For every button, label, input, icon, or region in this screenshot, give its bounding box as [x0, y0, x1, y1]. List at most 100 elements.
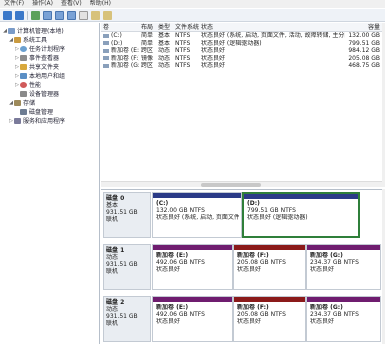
column-filesystem[interactable]: 文件系统 [173, 23, 199, 31]
cell-status: 状态良好 [201, 62, 226, 69]
tree-item[interactable]: ◢ 存储 [2, 98, 99, 107]
cell-status: 状态良好 [201, 47, 226, 54]
volume-label: 新加卷 (G:) [111, 62, 139, 69]
partition-strip: (C:)132.00 GB NTFS状态良好 (系统, 启动, 页面文件, 活动… [152, 192, 381, 238]
cell-type: 基本 [158, 32, 171, 39]
partition-block[interactable]: (D:) 799.51 GB NTFS 状态良好 (逻辑驱动器) [242, 192, 360, 238]
volume-icon [103, 41, 109, 45]
help-icon[interactable] [79, 10, 88, 20]
up-icon[interactable] [31, 10, 40, 20]
volume-icon [103, 48, 109, 53]
table-row[interactable]: 新加卷 (G:)跨区动态 NTFS 状态良好 468.75 GB [101, 62, 382, 70]
partition-name: 新加卷 (G:) [310, 304, 343, 311]
cell-filesystem: NTFS [175, 39, 191, 47]
column-layout[interactable]: 布局 [139, 23, 156, 31]
partition-size: 132.00 GB NTFS [156, 207, 205, 214]
cell-capacity: 468.75 GB [348, 62, 380, 69]
tree-item[interactable]: ◢ 系统工具 [2, 35, 99, 44]
volume-label: 新加卷 (F:) [111, 54, 139, 62]
users-icon [20, 72, 27, 79]
menu-file[interactable]: 文件(F) [4, 0, 24, 8]
partition-color-bar [153, 245, 232, 250]
cell-filesystem: NTFS [175, 47, 191, 54]
tree-item[interactable]: ◢ 计算机管理(本地) [2, 26, 99, 35]
menu-help[interactable]: 帮助(H) [90, 0, 111, 8]
table-row[interactable]: (D:) 简单 基本 NTFS 状态良好 (逻辑驱动器) 799.51 GB [101, 40, 382, 48]
settings-icon[interactable] [103, 10, 112, 20]
partition-size: 492.06 GB NTFS [156, 311, 205, 318]
menu-view[interactable]: 查看(V) [61, 0, 82, 8]
cell-capacity: 984.12 GB [348, 47, 380, 54]
partition-status: 状态良好 [156, 266, 181, 273]
disk-info[interactable]: 磁盘 0 基本 931.51 GB 联机 [103, 192, 151, 238]
main-pane: 卷 布局 类型 文件系统 状态 容量 (C:) 简单 基本 NTFS 状态良好 (系统,… [101, 23, 385, 344]
disk-map: 磁盘 0 基本 931.51 GB 联机 (C:) 132.00 GB NTFS 状态良好 … [101, 189, 382, 344]
table-row[interactable]: 新加卷 (F:) 镜像 动态 NTFS 状态良好 205.08 GB [101, 55, 382, 63]
cell-filesystem: NTFS [175, 54, 191, 62]
cell-capacity: 132.00 GB [348, 32, 380, 39]
volume-label: (C:) [111, 32, 122, 39]
partition-block[interactable]: 新加卷 (F:) 205.08 GB NTFS 状态良好 [233, 296, 306, 342]
disk-management-icon [20, 108, 27, 115]
tree-item[interactable]: ▷ 共享文件夹 [2, 62, 99, 71]
partition-strip: 新加卷 (E:) 492.06 GB NTFS 状态良好 新加卷 (F:) 205.08… [152, 296, 381, 342]
column-type[interactable]: 类型 [156, 23, 173, 31]
tree-item[interactable]: 设备管理器 [2, 89, 99, 98]
cell-layout: 跨区 [141, 47, 154, 54]
shared-folder-icon [20, 63, 27, 70]
tree-item-label: 任务计划程序 [29, 46, 66, 53]
action-icon[interactable] [91, 10, 100, 20]
column-volume[interactable]: 卷 [101, 23, 139, 31]
column-status[interactable]: 状态 [199, 23, 345, 31]
partition-block[interactable]: 新加卷 (E:) 492.06 GB NTFS 状态良好 [152, 244, 233, 290]
services-icon [14, 117, 21, 124]
partition-block[interactable]: (C:)132.00 GB NTFS状态良好 (系统, 启动, 页面文件, 活动 [152, 192, 242, 238]
properties-icon[interactable] [67, 10, 76, 20]
tree-item[interactable]: ▷ 事件查看器 [2, 53, 99, 62]
volume-icon [103, 63, 109, 68]
back-icon[interactable] [3, 10, 12, 20]
tree-item[interactable]: ▷ 任务计划程序 [2, 44, 99, 53]
cell-volume: (C:) [101, 32, 139, 40]
table-row[interactable]: (C:) 简单 基本 NTFS 状态良好 (系统, 启动, 页面文件, 活动, 故障转储… [101, 32, 382, 40]
column-capacity[interactable]: 容量 [345, 23, 382, 31]
partition-size: 492.06 GB NTFS [156, 259, 205, 266]
performance-icon [20, 81, 27, 88]
partition-block[interactable]: 新加卷 (G:) 234.37 GB NTFS 状态良好 [306, 244, 381, 290]
partition-color-bar [153, 193, 241, 198]
tree-item-label: 事件查看器 [29, 55, 60, 62]
partition-block[interactable]: 新加卷 (F:) 205.08 GB NTFS 状态良好 [233, 244, 306, 290]
partition-status: 状态良好 (系统, 启动, 页面文件, 活动 [156, 214, 239, 221]
partition-size: 234.37 GB NTFS [310, 259, 359, 266]
cell-status: 状态良好 (系统, 启动, 页面文件, 活动, 故障转储, 主分区) [201, 32, 345, 39]
partition-block[interactable]: 新加卷 (E:) 492.06 GB NTFS 状态良好 [152, 296, 233, 342]
tree-item[interactable]: ▷ 服务和应用程序 [2, 116, 99, 125]
disk-size: 931.51 GB [106, 209, 138, 216]
navigation-tree: ◢ 计算机管理(本地) ◢ 系统工具 ▷ 任务计划程序 ▷ 事件查看器 ▷ 共享文件夹 ▷ 本地用户和… [0, 23, 100, 344]
partition-status: 状态良好 [237, 266, 262, 273]
tree-item[interactable]: ▷ 本地用户和组 [2, 71, 99, 80]
forward-icon[interactable] [15, 10, 24, 20]
partition-name: (C:) [156, 200, 169, 207]
partition-color-bar [234, 245, 305, 250]
partition-block[interactable]: 新加卷 (G:) 234.37 GB NTFS 状态良好 [306, 296, 381, 342]
partition-name: 新加卷 (F:) [237, 252, 269, 259]
tree-item-label: 共享文件夹 [29, 64, 60, 71]
disk-info[interactable]: 磁盘 1 动态 931.51 GB 联机 [103, 244, 151, 290]
menu-action[interactable]: 操作(A) [32, 0, 53, 8]
partition-name: 新加卷 (E:) [156, 304, 189, 311]
disk-info[interactable]: 磁盘 2 动态 931.51 GB 联机 [103, 296, 151, 342]
cell-type: 基本 [158, 39, 171, 47]
cell-volume: 新加卷 (G:) [101, 62, 139, 70]
tree-item-label: 系统工具 [23, 37, 48, 44]
disk-title: 磁盘 0 [106, 195, 125, 202]
view-icon[interactable] [55, 10, 64, 20]
show-hide-tree-icon[interactable] [43, 10, 52, 20]
horizontal-scrollbar[interactable] [101, 181, 382, 187]
tree-item[interactable]: ▷ 性能 [2, 80, 99, 89]
partition-color-bar [307, 297, 380, 302]
storage-icon [14, 99, 21, 106]
scroll-thumb[interactable] [201, 183, 261, 187]
table-row[interactable]: 新加卷 (E:) 跨区 动态 NTFS 状态良好 984.12 GB [101, 47, 382, 55]
tree-item[interactable]: 磁盘管理 [2, 107, 99, 116]
